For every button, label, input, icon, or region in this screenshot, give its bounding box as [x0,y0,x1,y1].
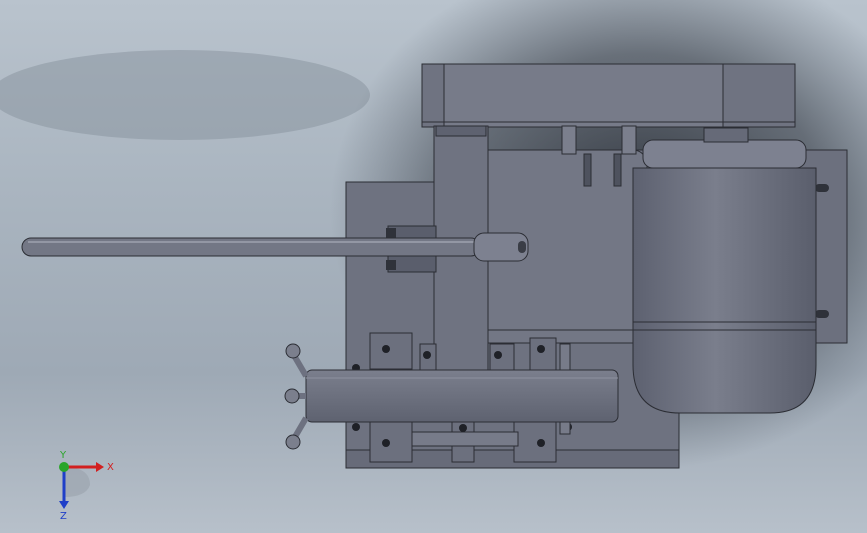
bolt-hole [423,351,431,359]
vise-guide-rod [411,431,519,447]
post-1 [561,125,577,155]
bolt-hole [382,345,390,353]
x-axis-arrow [96,462,104,472]
motor-fan-cover [642,139,807,169]
y-axis-dot [59,462,69,472]
belt-guard-top-face [443,63,724,128]
bolt-hole [382,439,390,447]
lug-right-lower [513,419,557,463]
motor-shaft-cap [703,127,749,143]
lug-left-upper [369,332,413,370]
cad-viewport[interactable]: X Y Z [0,0,867,533]
bolt-hole [459,424,467,432]
z-axis-label: Z [60,511,67,520]
post-2 [621,125,637,155]
mount-slot-bottom [815,310,829,318]
feed-rod-sleeve-hole [518,241,526,253]
spoke-knob-upper[interactable] [285,343,301,359]
bolt-hole [352,423,360,431]
y-axis-label: Y [59,450,67,461]
post-4 [613,153,622,187]
x-axis-label: X [107,462,114,473]
spoke-knob-lower[interactable] [285,434,301,450]
mount-slot-top [815,184,829,192]
assembly-model[interactable] [0,0,867,533]
column-collar [435,125,487,137]
post-3 [583,153,592,187]
clamp-bolt-1 [386,228,396,238]
spoke-knob-middle[interactable] [284,388,300,404]
lug-mid2-upper [489,343,515,371]
z-axis-arrow [59,501,69,509]
bolt-hole [537,439,545,447]
feed-rod [21,237,481,257]
orientation-triad[interactable]: X Y Z [40,445,130,520]
triad-base-shadow [64,467,90,497]
lug-left-lower [369,419,413,463]
background-shadow-left [0,50,370,140]
lug-right-upper [529,337,557,371]
motor-body [632,167,817,414]
clamp-bolt-2 [386,260,396,270]
bolt-hole [494,351,502,359]
bolt-hole [537,345,545,353]
